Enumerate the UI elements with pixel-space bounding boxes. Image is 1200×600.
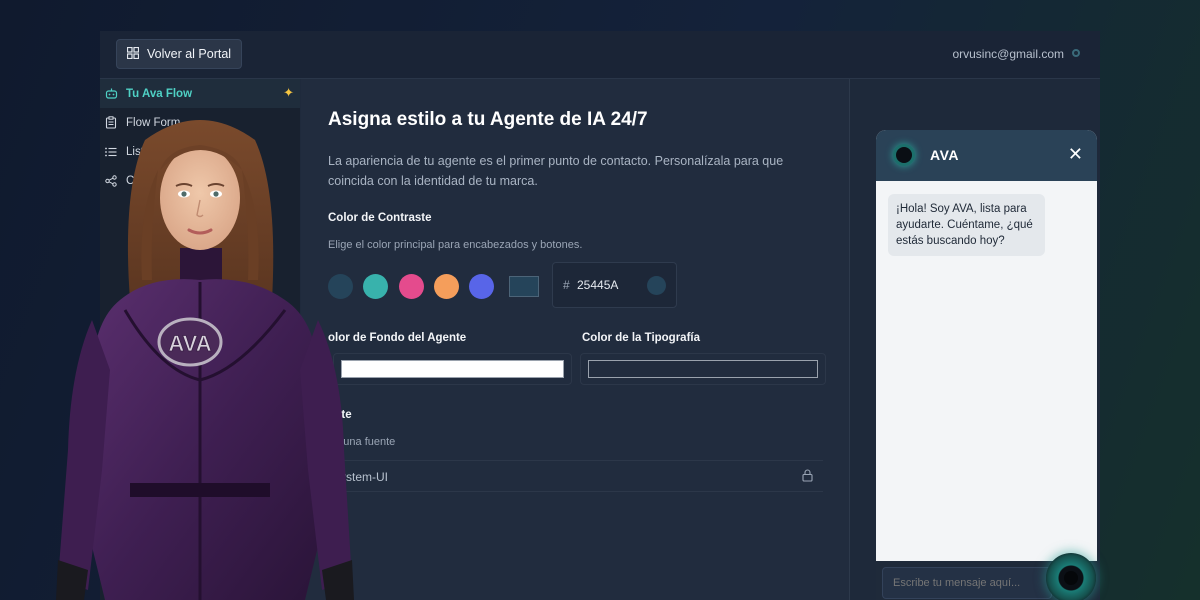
send-orb-button[interactable] xyxy=(1046,553,1096,600)
back-to-portal-button[interactable]: Volver al Portal xyxy=(116,39,243,69)
background-color-input[interactable] xyxy=(341,360,564,378)
sidebar-item-tu-ava-flow[interactable]: Tu Ava Flow ✦ xyxy=(100,79,300,108)
typography-color-title: Color de la Tipografía xyxy=(582,332,700,344)
hex-prefix: # xyxy=(563,278,570,292)
agent-name: AVA xyxy=(930,147,959,163)
sparkle-icon: ✦ xyxy=(283,85,294,100)
grid-icon xyxy=(126,46,140,62)
swatch-pink[interactable] xyxy=(399,274,424,299)
hex-color-preview xyxy=(647,276,666,295)
welcome-message: ¡Hola! Soy AVA, lista para ayudarte. Cué… xyxy=(888,194,1045,256)
user-email[interactable]: orvusinc@gmail.com xyxy=(952,47,1064,61)
page-title: Asigna estilo a tu Agente de IA 24/7 xyxy=(328,109,648,130)
hex-color-input[interactable]: # 25445A xyxy=(552,262,677,308)
typography-color-input[interactable] xyxy=(588,360,818,378)
agent-avatar-icon xyxy=(896,147,912,163)
chat-header: AVA ✕ xyxy=(876,130,1097,181)
chat-message-input[interactable] xyxy=(882,567,1052,599)
suit-badge-text: AVA xyxy=(168,331,211,356)
swatch-teal[interactable] xyxy=(363,274,388,299)
user-status-icon xyxy=(1072,49,1080,57)
ava-character-illustration: AVA xyxy=(56,120,354,600)
chat-widget-preview: AVA ✕ ¡Hola! Soy AVA, lista para ayudart… xyxy=(876,130,1097,600)
top-bar: Volver al Portal orvusinc@gmail.com xyxy=(100,31,1100,79)
sidebar-item-label: Tu Ava Flow xyxy=(126,87,193,100)
lock-icon xyxy=(802,469,813,487)
swatch-orange[interactable] xyxy=(434,274,459,299)
color-picker-swatch[interactable] xyxy=(509,276,539,297)
close-icon[interactable]: ✕ xyxy=(1068,145,1083,163)
hex-value: 25445A xyxy=(577,278,619,292)
contrast-color-subtitle: Elige el color principal para encabezado… xyxy=(328,239,583,251)
swatch-indigo[interactable] xyxy=(469,274,494,299)
page-description: La apariencia de tu agente es el primer … xyxy=(328,154,784,188)
back-to-portal-label: Volver al Portal xyxy=(147,47,232,61)
style-settings-panel: Asigna estilo a tu Agente de IA 24/7 La … xyxy=(301,79,849,600)
font-select[interactable]: ystem-UI xyxy=(328,460,823,492)
bot-icon xyxy=(104,87,118,101)
